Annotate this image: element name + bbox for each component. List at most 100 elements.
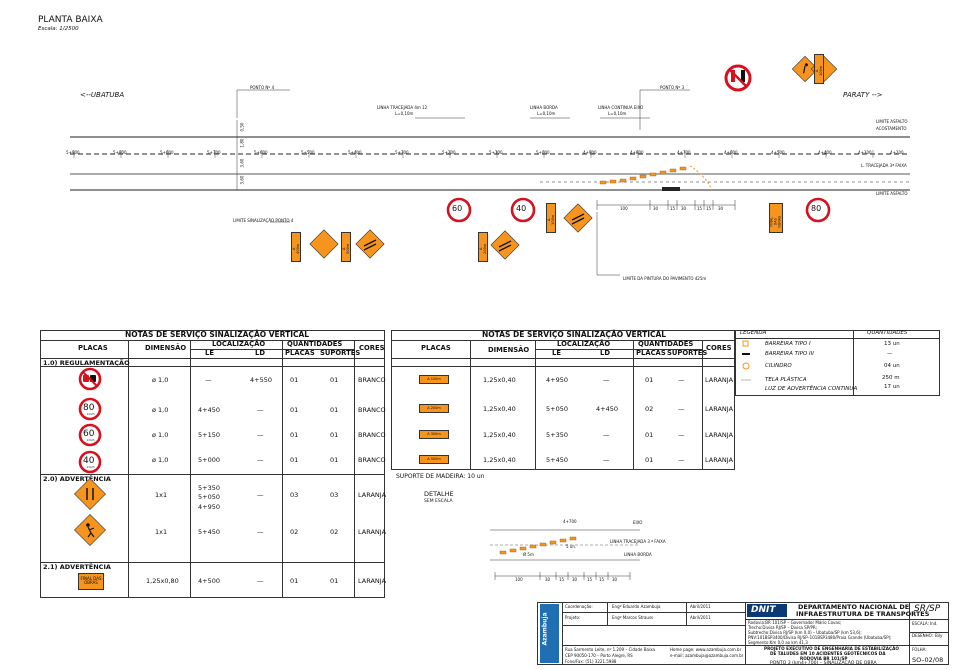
col-q-suportes: SUPORTES xyxy=(320,349,361,357)
speed-40-plan: 40 xyxy=(516,204,527,213)
row-qp: 01 xyxy=(290,406,299,414)
legend-item-label: CILINDRO xyxy=(765,363,792,369)
dimension-label: 30 xyxy=(653,206,659,211)
row-le: 5+150 xyxy=(198,431,220,439)
station-label: 4+400 xyxy=(818,150,832,155)
detail-station: 4+700 xyxy=(563,519,577,524)
direction-left: <--UBATUBA xyxy=(80,91,125,99)
line-tracejada-label: LINHA TRACEJADA 4m 12 xyxy=(377,105,428,110)
row-dim: 1x1 xyxy=(155,528,168,536)
row-qp: 01 xyxy=(290,577,299,585)
distance-sign: A 300m xyxy=(419,430,449,439)
dimension-label: 15 xyxy=(697,206,703,211)
row-cor: BRANCO xyxy=(358,456,386,464)
speed-unit: km/h xyxy=(87,438,95,442)
coord-label: Coordenação: xyxy=(565,604,593,609)
width-label: 0,50 xyxy=(239,122,245,132)
distance-sign-plan: A 100m xyxy=(814,54,824,84)
final-obras-sign-plan: FINAL DAS OBRAS xyxy=(769,203,783,233)
distance-sign-plan: A 400m xyxy=(291,232,301,262)
col-placas: PLACAS xyxy=(78,344,108,352)
row-cor: LARANJA xyxy=(705,431,734,439)
line-borda-l: L=0,10m xyxy=(537,111,556,116)
row-qs: — xyxy=(678,431,685,439)
legend-item-qty: 04 un xyxy=(884,363,900,369)
legend-item-qty: 17 un xyxy=(884,384,900,390)
station-label: 4+800 xyxy=(630,150,644,155)
row-qp: 03 xyxy=(290,491,299,499)
distance-sign: A 500m xyxy=(419,455,449,464)
line-borda-label: LINHA BORDA xyxy=(530,105,558,110)
dnit-text: DNIT xyxy=(751,605,776,615)
row-cor: LARANJA xyxy=(358,577,387,585)
row-dim: 1x1 xyxy=(155,491,168,499)
row-le: 4+950 xyxy=(546,376,568,384)
row-le: 5+350 5+050 4+950 xyxy=(198,484,220,511)
row-qs: 02 xyxy=(330,528,339,536)
distance-sign: A 100m xyxy=(419,375,449,384)
state-code: SR/SP xyxy=(914,604,941,614)
legend-title: LEGENDA xyxy=(740,330,767,336)
row-qs: 01 xyxy=(330,431,339,439)
legend-item-qty: — xyxy=(887,351,893,357)
row-dim: 1,25x0,40 xyxy=(483,405,516,413)
col-dimensao: DIMENSÃO xyxy=(145,344,187,352)
col-quantidades: QUANTIDADES xyxy=(287,340,343,348)
row-qp: 01 xyxy=(645,431,654,439)
col-quantidades: QUANTIDADES xyxy=(638,340,694,348)
legend-item-label: BARREIRA TIPO III xyxy=(765,351,814,357)
distance-sign-plan: A 100m xyxy=(546,203,556,233)
web-line: e-mail: azambuja@azambuja.com.br xyxy=(670,653,744,658)
row-dim: 1,25x0,80 xyxy=(146,577,179,585)
dimension-label: 15 xyxy=(670,206,676,211)
row-le: 5+050 xyxy=(546,405,568,413)
coord-date: Abril/2011 xyxy=(690,604,711,609)
row-cor: LARANJA xyxy=(705,456,734,464)
station-label: 5+700 xyxy=(207,150,221,155)
row-dim: ø 1,0 xyxy=(152,431,169,439)
direction-right: PARATY --> xyxy=(843,91,883,99)
row-qs: 01 xyxy=(330,376,339,384)
speed-60-plan: 60 xyxy=(452,204,463,213)
station-label: 5+000 xyxy=(536,150,550,155)
row-cor: BRANCO xyxy=(358,376,386,384)
line-continua-label: LINHA CONTINUA EIXO xyxy=(598,105,644,110)
row-le: — xyxy=(205,376,212,384)
col-placas: PLACAS xyxy=(421,344,451,352)
escala-label: ESCALA: xyxy=(912,621,929,626)
limite-asfalto-bottom: LIMITE ASFALTO xyxy=(876,191,908,196)
distance-sign-plan: A 200m xyxy=(478,232,488,262)
row-dim: 1,25x0,40 xyxy=(483,376,516,384)
station-label: 4+700 xyxy=(677,150,691,155)
limite-pintura: LIMITE DA PINTURA DO PAVIMENTO 425m xyxy=(623,276,707,281)
row-ld: — xyxy=(257,577,264,585)
legend-item-label: BARREIRA TIPO I xyxy=(765,341,811,347)
line-continua-l: L=0,10m xyxy=(608,111,627,116)
escala-value: Ind. xyxy=(930,621,938,626)
speed-unit: km/h xyxy=(87,465,95,469)
col-ld: LD xyxy=(600,349,610,357)
road-plan-svg xyxy=(70,55,910,276)
row-le: 4+450 xyxy=(198,406,220,414)
col-localizacao: LOCALIZAÇÃO xyxy=(557,340,611,348)
station-label: 5+300 xyxy=(395,150,409,155)
proj-name: Engº Marcos Strauss xyxy=(612,615,654,620)
detail-diameter: Ø 5m xyxy=(523,552,534,557)
table1-title: NOTAS DE SERVIÇO SINALIZAÇÃO VERTICAL xyxy=(125,330,310,339)
station-label: 5+600 xyxy=(160,150,174,155)
station-label: 4+200 xyxy=(890,150,904,155)
row-dim: ø 1,0 xyxy=(152,376,169,384)
proj-label: Projeto: xyxy=(565,615,581,620)
col-q-suportes: SUPORTES xyxy=(667,349,708,357)
distance-sign: A 200m xyxy=(419,404,449,413)
col-cores: CORES xyxy=(359,344,385,352)
row-ld: — xyxy=(257,431,264,439)
row-dim: 1,25x0,40 xyxy=(483,431,516,439)
detail-dim: 15 xyxy=(559,577,565,582)
desenho-label: DESENHO: xyxy=(912,633,934,638)
station-label: 4+500 xyxy=(771,150,785,155)
station-label: 5+100 xyxy=(489,150,503,155)
row-dim: ø 1,0 xyxy=(152,456,169,464)
row-qp: 02 xyxy=(645,405,654,413)
row-qs: 01 xyxy=(330,456,339,464)
